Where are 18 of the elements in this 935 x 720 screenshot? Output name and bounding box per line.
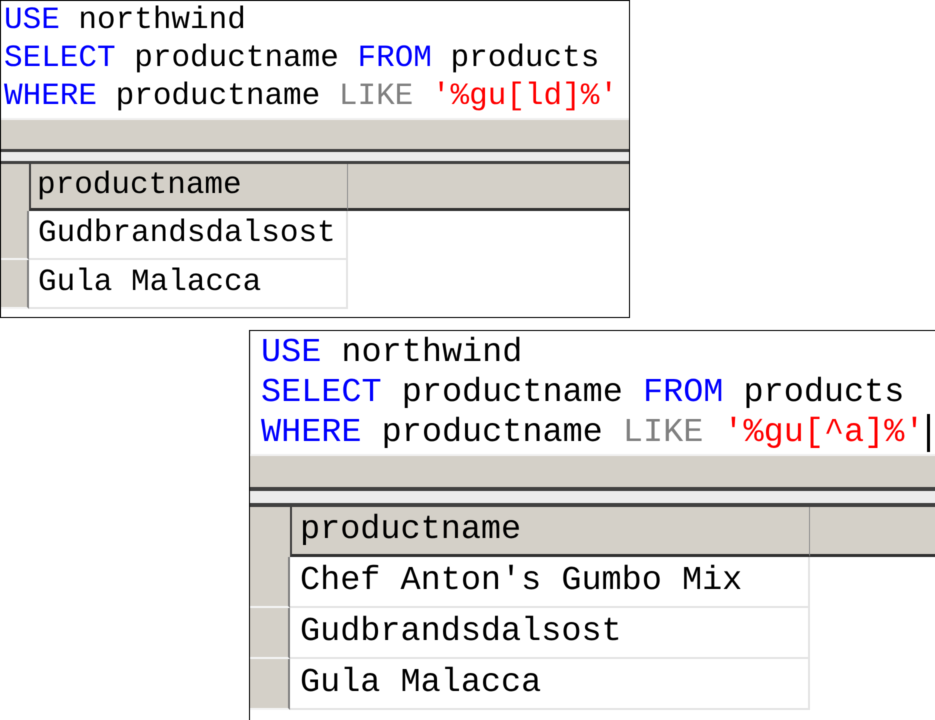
row-selector[interactable] xyxy=(1,260,29,309)
table-cell: Gudbrandsdalsost xyxy=(29,211,348,260)
code-line: SELECT productname FROM products xyxy=(4,40,600,78)
row-selector[interactable] xyxy=(1,211,29,260)
row-selector[interactable] xyxy=(250,659,290,710)
column-header[interactable]: productname xyxy=(29,164,348,211)
column-header[interactable]: productname xyxy=(290,507,810,557)
code-line: WHERE productname LIKE '%gu[ld]%' xyxy=(4,78,618,116)
table-cell: Chef Anton's Gumbo Mix xyxy=(290,557,810,608)
code-line: SELECT productname FROM products xyxy=(261,373,904,413)
code-line: WHERE productname LIKE '%gu[^a]%' xyxy=(261,413,924,453)
code-line: USE northwind xyxy=(261,333,522,373)
code-line: USE northwind xyxy=(4,2,246,40)
table-cell: Gudbrandsdalsost xyxy=(290,608,810,659)
row-selector[interactable] xyxy=(250,608,290,659)
table-cell: Gula Malacca xyxy=(290,659,810,710)
row-selector[interactable] xyxy=(250,557,290,608)
table-cell: Gula Malacca xyxy=(29,260,348,309)
